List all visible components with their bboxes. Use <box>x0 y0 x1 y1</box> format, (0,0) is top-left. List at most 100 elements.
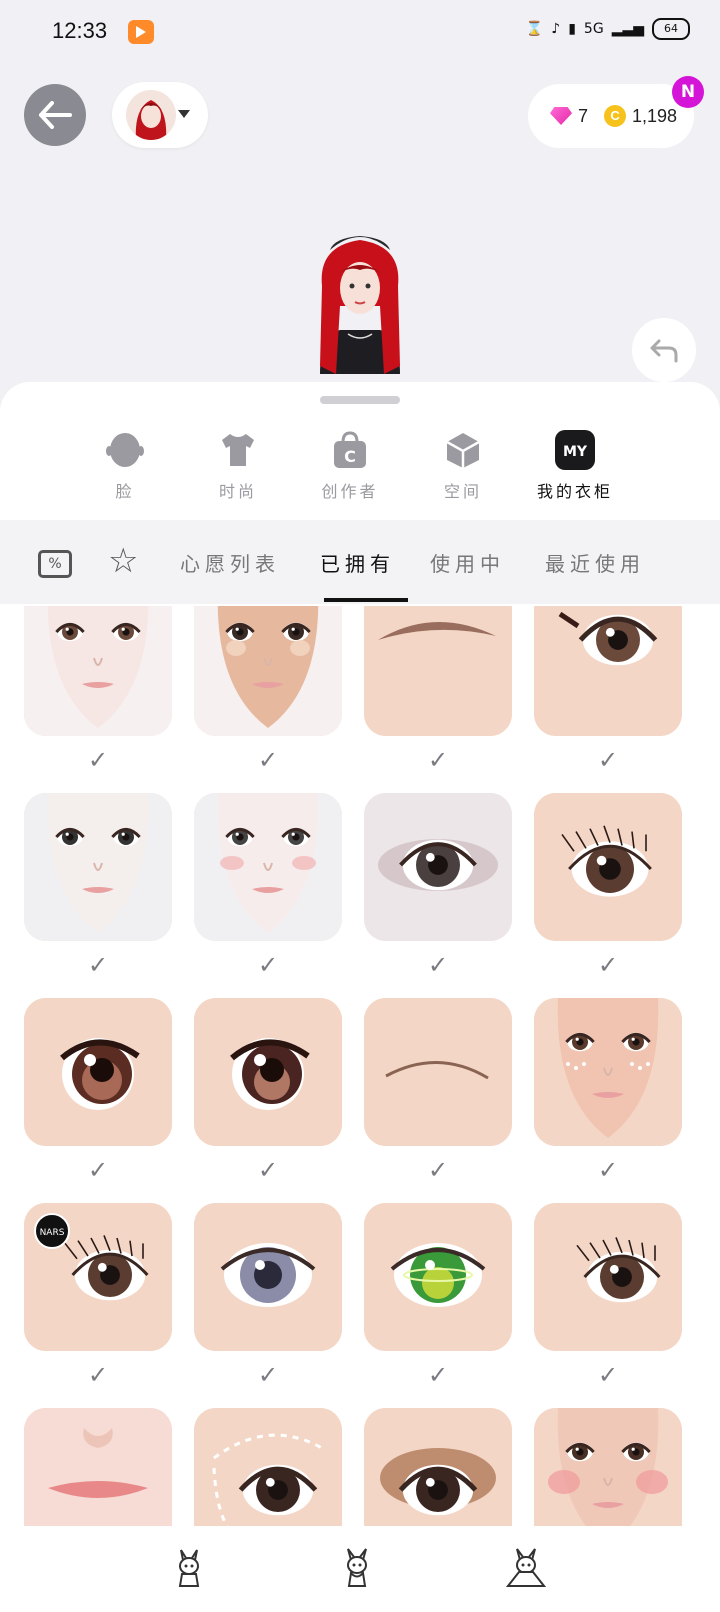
closet-item[interactable]: ✓ <box>24 793 172 979</box>
item-thumbnail[interactable] <box>194 1408 342 1526</box>
currency-wallet[interactable]: 7 C 1,198 <box>528 84 694 148</box>
closet-item[interactable] <box>24 1408 172 1526</box>
item-thumbnail[interactable]: NARS <box>24 1203 172 1351</box>
character-preview[interactable] <box>300 226 420 374</box>
item-thumbnail[interactable] <box>194 998 342 1146</box>
item-thumbnail[interactable] <box>364 1203 512 1351</box>
avatar-switcher[interactable] <box>112 82 208 148</box>
item-thumbnail[interactable] <box>194 606 342 736</box>
active-tab-indicator <box>324 598 408 602</box>
category-fashion[interactable]: 时尚 <box>193 420 283 502</box>
item-thumbnail[interactable] <box>364 606 512 736</box>
category-space[interactable]: 空间 <box>418 420 508 502</box>
owned-check-icon: ✓ <box>427 951 449 979</box>
category-creators[interactable]: C 创作者 <box>305 420 395 502</box>
tab-in-use[interactable]: 使用中 <box>430 548 505 577</box>
gem-count: 7 <box>578 105 589 126</box>
closet-item[interactable]: ✓ <box>364 793 512 979</box>
battery-icon: 64 <box>652 18 690 40</box>
svg-text:C: C <box>344 447 356 466</box>
owned-check-icon: ✓ <box>257 1361 279 1389</box>
chevron-down-icon <box>178 110 190 118</box>
category-label: 我的衣柜 <box>536 482 613 501</box>
item-thumbnail[interactable] <box>364 998 512 1146</box>
closet-item[interactable]: ✓ <box>534 998 682 1184</box>
status-bar: 12:33 ⌛ ♪ ▮ 5G ▂▃▅ 64 <box>0 0 720 66</box>
closet-item[interactable]: ✓ <box>534 1203 682 1389</box>
category-face[interactable]: 脸 <box>80 420 170 502</box>
bottom-nav <box>0 1528 720 1612</box>
item-thumbnail[interactable] <box>24 998 172 1146</box>
network-label: 5G <box>583 21 604 37</box>
item-thumbnail[interactable] <box>194 793 342 941</box>
owned-check-icon: ✓ <box>257 1156 279 1184</box>
item-thumbnail[interactable] <box>534 998 682 1146</box>
star-icon[interactable]: ☆ <box>108 544 138 578</box>
bunny-nav-icon[interactable] <box>174 1548 214 1592</box>
bunny-outfit-nav-icon[interactable] <box>342 1548 382 1592</box>
item-thumbnail[interactable] <box>24 606 172 736</box>
status-time: 12:33 <box>52 18 108 43</box>
category-my-closet[interactable]: MY 我的衣柜 <box>530 420 620 502</box>
arrow-left-icon <box>39 101 72 129</box>
closet-item[interactable] <box>364 1408 512 1526</box>
item-thumbnail[interactable] <box>24 793 172 941</box>
category-label: 创作者 <box>321 482 379 501</box>
sheet-drag-handle[interactable] <box>320 396 400 404</box>
status-icons: ⌛ ♪ ▮ 5G ▂▃▅ 64 <box>526 18 690 40</box>
closet-item[interactable]: ✓ <box>24 998 172 1184</box>
face-icon <box>105 430 145 470</box>
undo-arrow-icon <box>650 339 678 363</box>
undo-button[interactable] <box>632 318 696 382</box>
my-closet-icon-text: MY <box>563 444 588 460</box>
brand-badge: NARS <box>34 1213 70 1249</box>
closet-item[interactable]: ✓ <box>534 793 682 979</box>
tab-recent[interactable]: 最近使用 <box>545 548 645 577</box>
item-thumbnail[interactable] <box>534 606 682 736</box>
closet-item[interactable]: ✓ <box>24 606 172 774</box>
item-thumbnail[interactable] <box>534 793 682 941</box>
owned-check-icon: ✓ <box>427 1156 449 1184</box>
owned-check-icon: ✓ <box>87 1361 109 1389</box>
tab-wishlist[interactable]: 心愿列表 <box>180 548 280 577</box>
gem-icon <box>550 107 572 125</box>
closet-item[interactable]: ✓ <box>194 1203 342 1389</box>
closet-item[interactable]: ✓ <box>534 606 682 774</box>
back-button[interactable] <box>24 84 86 146</box>
tab-owned[interactable]: 已拥有 <box>320 548 395 577</box>
signal-icon: ▮ <box>568 21 576 37</box>
coin-count: 1,198 <box>632 105 678 126</box>
closet-item[interactable] <box>534 1408 682 1526</box>
closet-item[interactable]: ✓ <box>364 998 512 1184</box>
creator-bag-icon: C <box>330 430 370 470</box>
notification-icon: ♪ <box>551 21 561 37</box>
category-label: 空间 <box>443 482 482 501</box>
owned-check-icon: ✓ <box>87 951 109 979</box>
closet-item[interactable]: ✓ <box>194 793 342 979</box>
closet-item[interactable]: ✓ <box>194 606 342 774</box>
owned-check-icon: ✓ <box>597 1156 619 1184</box>
item-thumbnail[interactable] <box>364 793 512 941</box>
bunny-dress-nav-icon[interactable] <box>505 1548 547 1592</box>
owned-check-icon: ✓ <box>257 951 279 979</box>
item-thumbnail[interactable] <box>194 1203 342 1351</box>
item-thumbnail[interactable] <box>534 1408 682 1526</box>
item-thumbnail[interactable] <box>24 1408 172 1526</box>
item-thumbnail[interactable] <box>534 1203 682 1351</box>
closet-subtabs: % ☆ 心愿列表 已拥有 使用中 最近使用 <box>0 520 720 604</box>
closet-item[interactable]: ✓ <box>194 998 342 1184</box>
category-label: 时尚 <box>218 482 257 501</box>
space-cube-icon <box>443 430 483 470</box>
closet-item[interactable] <box>194 1408 342 1526</box>
owned-check-icon: ✓ <box>87 1156 109 1184</box>
closet-item[interactable]: ✓ <box>364 1203 512 1389</box>
category-bar: 脸 时尚 C 创作者 空间 MY 我的衣柜 <box>0 420 720 516</box>
closet-item[interactable]: NARS ✓ <box>24 1203 172 1389</box>
item-thumbnail[interactable] <box>364 1408 512 1526</box>
closet-item[interactable]: ✓ <box>364 606 512 774</box>
owned-check-icon: ✓ <box>597 951 619 979</box>
avatar <box>126 90 176 140</box>
owned-check-icon: ✓ <box>597 746 619 774</box>
discount-icon[interactable]: % <box>38 550 72 578</box>
notification-badge[interactable]: N <box>672 76 704 108</box>
